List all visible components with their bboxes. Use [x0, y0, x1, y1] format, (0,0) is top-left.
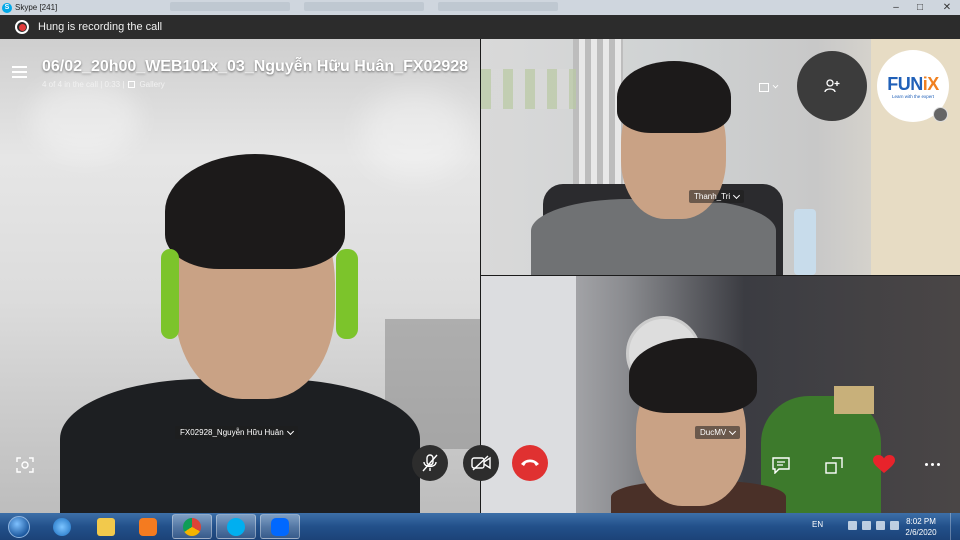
minimize-button[interactable]: –	[884, 0, 908, 15]
show-desktop-button[interactable]	[950, 513, 960, 540]
funix-tagline: Learn with the expert	[891, 93, 935, 99]
call-status-text: 4 of 4 in the call | 0:33 |	[42, 80, 125, 89]
recording-banner: Hung is recording the call	[0, 15, 960, 39]
background-tabs	[170, 2, 558, 11]
participant-name: FX02928_Nguyễn Hữu Huân	[180, 428, 284, 437]
video-toggle-button[interactable]	[463, 445, 499, 481]
start-button[interactable]	[5, 513, 33, 540]
file-explorer-button[interactable]	[86, 514, 126, 539]
chat-icon[interactable]	[772, 457, 790, 479]
chevron-down-icon	[286, 427, 294, 435]
end-call-icon	[521, 459, 539, 466]
clock-date: 2/6/2020	[905, 528, 937, 537]
recording-icon	[15, 20, 29, 34]
zalo-icon	[271, 517, 289, 536]
funix-brand: FUNiX	[887, 73, 939, 94]
participant-name-label[interactable]: DucMV	[695, 426, 741, 439]
video-tile-main[interactable]	[0, 39, 480, 513]
close-button[interactable]: ✕	[934, 0, 960, 15]
window-titlebar: S Skype [241] – □ ✕	[0, 0, 960, 15]
fit-to-screen-icon[interactable]	[759, 81, 779, 93]
system-tray[interactable]	[848, 521, 899, 530]
call-title: 06/02_20h00_WEB101x_03_Nguyễn Hữu Huân_F…	[42, 58, 469, 75]
participant-name-label[interactable]: Thanh_Tri	[689, 190, 745, 203]
language-indicator[interactable]: EN	[812, 520, 823, 529]
hamburger-menu-icon[interactable]	[12, 66, 27, 78]
taskbar-clock[interactable]: 8:02 PM 2/6/2020	[898, 516, 944, 538]
participant-name: Thanh_Tri	[694, 192, 731, 201]
windows-taskbar: EN 8:02 PM 2/6/2020	[0, 513, 960, 540]
window-title: Skype [241]	[15, 3, 58, 12]
chevron-down-icon	[729, 427, 737, 435]
mic-off-icon	[422, 454, 438, 472]
snapshot-icon[interactable]	[16, 457, 34, 473]
skype-icon: S	[2, 2, 12, 13]
chrome-button[interactable]	[172, 514, 212, 539]
video-off-icon	[471, 455, 491, 471]
more-options-icon[interactable]	[925, 463, 940, 466]
internet-explorer-button[interactable]	[42, 514, 82, 539]
media-player-icon	[139, 517, 157, 536]
mute-button[interactable]	[412, 445, 448, 481]
zalo-button[interactable]	[260, 514, 300, 539]
skype-taskbar-button[interactable]	[216, 514, 256, 539]
maximize-button[interactable]: □	[908, 0, 932, 15]
recording-text: Hung is recording the call	[38, 21, 163, 33]
share-screen-icon[interactable]	[825, 457, 843, 479]
chevron-down-icon	[733, 191, 741, 199]
internet-explorer-icon	[53, 517, 71, 536]
heart-icon[interactable]	[873, 455, 895, 479]
participant-video	[0, 39, 480, 513]
participant-name-label[interactable]: FX02928_Nguyễn Hữu Huân	[175, 426, 298, 439]
end-call-button[interactable]	[512, 445, 548, 481]
windows-logo-icon	[8, 515, 30, 538]
gallery-icon[interactable]	[128, 81, 136, 88]
mic-badge-icon	[933, 107, 948, 122]
media-player-button[interactable]	[128, 514, 168, 539]
skype-icon	[227, 517, 245, 536]
call-meta: 4 of 4 in the call | 0:33 | Gallery	[42, 80, 165, 89]
chrome-icon	[183, 517, 201, 536]
clock-time: 8:02 PM	[906, 517, 936, 526]
folder-icon	[97, 517, 115, 536]
view-mode-label[interactable]: Gallery	[139, 80, 164, 89]
participant-name: DucMV	[700, 428, 727, 437]
skype-call-window: S Skype [241] – □ ✕ Hung is recording th…	[0, 0, 960, 540]
add-participant-button[interactable]	[797, 51, 867, 121]
add-person-icon	[824, 79, 840, 93]
